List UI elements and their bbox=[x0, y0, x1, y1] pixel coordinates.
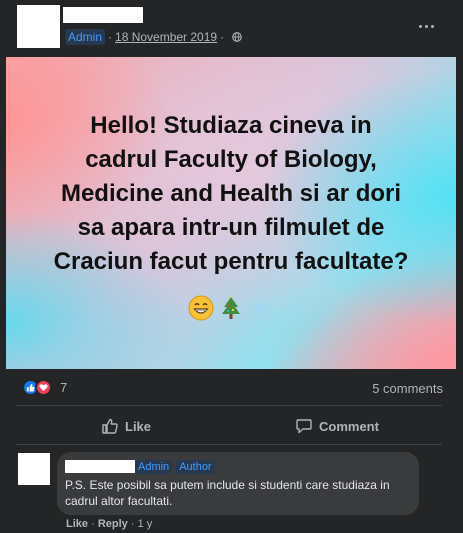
post-card: Admin · 18 November 2019 · Hello! Studia… bbox=[0, 0, 463, 533]
admin-badge[interactable]: Admin bbox=[135, 460, 173, 474]
divider bbox=[16, 405, 442, 406]
comment-actions: Like · Reply · 1 y bbox=[66, 518, 152, 530]
reaction-count: 7 bbox=[60, 380, 68, 395]
like-button[interactable]: Like bbox=[101, 412, 151, 440]
snowflake-icon bbox=[251, 297, 271, 319]
author-badge[interactable]: Author bbox=[176, 460, 215, 474]
author-name-redacted[interactable] bbox=[63, 7, 143, 23]
card-text: Hello! Studiaza cineva in cadrul Faculty… bbox=[6, 109, 456, 279]
thumbs-up-outline-icon bbox=[102, 418, 118, 434]
commenter-name-redacted[interactable] bbox=[65, 460, 135, 473]
card-line: Hello! Studiaza cineva in bbox=[90, 112, 372, 139]
comment-like-link[interactable]: Like bbox=[66, 518, 88, 530]
globe-icon bbox=[232, 32, 242, 42]
post-image-card[interactable]: Hello! Studiaza cineva in cadrul Faculty… bbox=[6, 57, 456, 369]
commenter-avatar[interactable] bbox=[18, 453, 50, 485]
comment-bubble: Admin Author P.S. Este posibil sa putem … bbox=[57, 452, 419, 515]
christmas-tree-icon bbox=[222, 295, 240, 319]
comment-age[interactable]: 1 y bbox=[138, 518, 153, 530]
comment-reply-link[interactable]: Reply bbox=[98, 518, 128, 530]
reaction-summary[interactable]: 7 bbox=[22, 379, 67, 396]
divider bbox=[16, 444, 442, 445]
comment-count-link[interactable]: 5 comments bbox=[372, 381, 443, 396]
action-separator: · bbox=[130, 518, 135, 530]
admin-badge[interactable]: Admin bbox=[65, 29, 106, 45]
card-line: Craciun facut pentru facultate? bbox=[53, 248, 409, 275]
emoji-row bbox=[6, 295, 456, 321]
more-horizontal-icon bbox=[418, 24, 422, 28]
meta-separator: · bbox=[108, 30, 113, 44]
card-line: sa apara intr-un filmulet de bbox=[77, 214, 385, 241]
meta-separator: · bbox=[220, 30, 225, 44]
card-line: cadrul Faculty of Biology, bbox=[85, 146, 377, 173]
comment-text: P.S. Este posibil sa putem include si st… bbox=[65, 478, 390, 508]
comment-label: Comment bbox=[319, 418, 379, 434]
like-label: Like bbox=[125, 418, 152, 434]
heart-icon bbox=[35, 379, 52, 396]
post-meta: Admin · 18 November 2019 · bbox=[65, 29, 242, 45]
more-options-button[interactable] bbox=[412, 14, 440, 38]
post-date-link[interactable]: 18 November 2019 bbox=[115, 30, 217, 44]
grinning-face-icon bbox=[188, 295, 214, 321]
comment-button[interactable]: Comment bbox=[295, 412, 379, 440]
speech-bubble-icon bbox=[296, 419, 312, 434]
action-separator: · bbox=[91, 518, 95, 530]
card-line: Medicine and Health si ar dori bbox=[60, 180, 402, 207]
comment-badges: Admin Author bbox=[135, 460, 215, 474]
author-avatar[interactable] bbox=[17, 5, 60, 48]
